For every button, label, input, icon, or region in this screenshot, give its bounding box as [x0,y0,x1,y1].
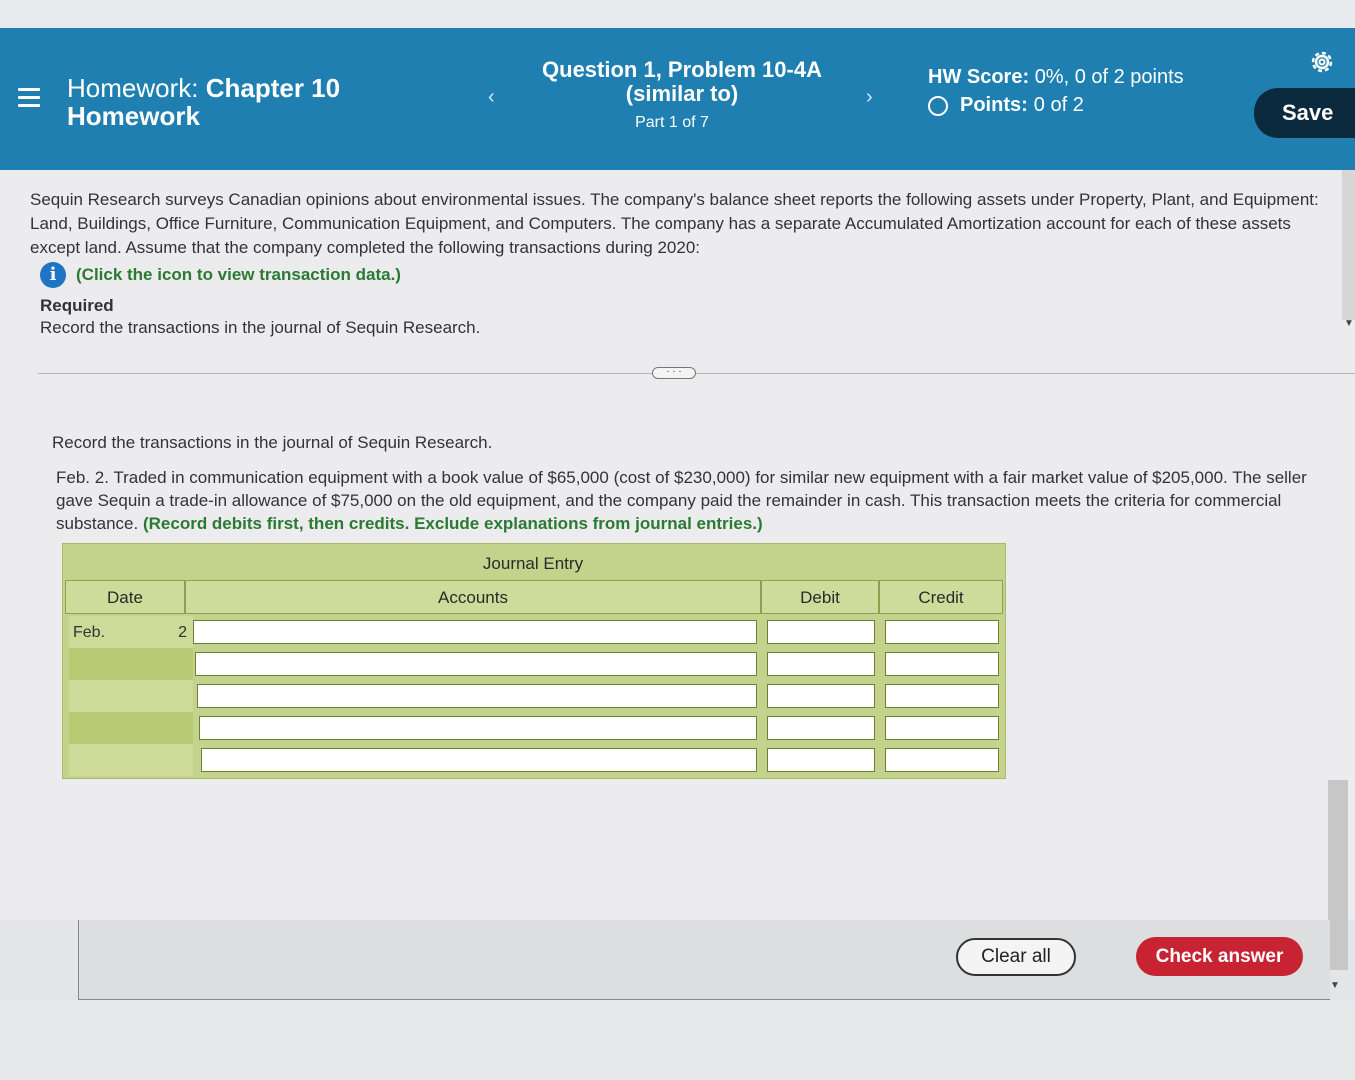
problem-instruction: (Record debits first, then credits. Excl… [142,514,763,533]
credit-input-3[interactable] [885,684,999,708]
chevron-left-icon[interactable]: ‹ [488,86,495,109]
homework-prefix: Homework: [67,73,199,103]
account-input-5[interactable] [201,748,757,772]
top-header: Homework: Chapter 10 Homework ‹ Question… [0,28,1355,170]
question-line1: Question 1, Problem 10-4A [542,57,822,82]
date-cell [69,744,193,776]
points-label: Points: [960,94,1028,116]
transaction-data-link-text[interactable]: (Click the icon to view transaction data… [76,265,401,285]
account-input-4[interactable] [199,716,757,740]
hw-score-label: HW Score: [928,66,1030,88]
date-day: 2 [178,624,187,641]
journal-entry-table: Journal Entry Date Accounts Debit Credit… [62,543,1006,779]
credit-input-4[interactable] [885,716,999,740]
circle-icon [928,95,948,116]
account-input-1[interactable] [193,620,757,644]
debit-input-3[interactable] [767,684,875,708]
gear-icon[interactable] [1308,48,1336,76]
date-header: Date [65,580,185,614]
debit-input-1[interactable] [767,620,875,644]
question-title: Question 1, Problem 10-4A (similar to) [522,58,842,106]
check-answer-button[interactable]: Check answer [1136,937,1303,976]
scroll-down-arrow-icon[interactable]: ▼ [1330,980,1340,991]
question-part: Part 1 of 7 [635,114,709,131]
date-cell: Feb. 2 [69,616,193,648]
browser-top-strip [0,0,1355,28]
homework-title: Homework: Chapter 10 Homework [67,74,340,130]
question-intro: Sequin Research surveys Canadian opinion… [30,190,1319,257]
credit-header: Credit [879,580,1003,614]
account-input-3[interactable] [197,684,757,708]
menu-icon[interactable] [18,88,40,108]
credit-input-5[interactable] [885,748,999,772]
debit-input-4[interactable] [767,716,875,740]
required-text: Record the transactions in the journal o… [40,318,481,337]
question-content: Sequin Research surveys Canadian opinion… [0,170,1355,920]
homework-line2: Homework [67,101,200,131]
info-icon[interactable]: i [40,262,66,288]
debit-header: Debit [761,580,879,614]
page-bottom [0,1000,1355,1080]
required-heading: Required [40,296,114,315]
date-cell [69,680,193,712]
clear-all-button[interactable]: Clear all [956,938,1076,976]
lower-scrollbar[interactable] [1328,780,1348,970]
date-column: Feb. 2 [69,616,193,776]
debit-input-5[interactable] [767,748,875,772]
date-cell [69,648,193,680]
credit-input-1[interactable] [885,620,999,644]
part-heading: Record the transactions in the journal o… [52,433,493,452]
accounts-header: Accounts [185,580,761,614]
hw-score-value: 0%, 0 of 2 points [1034,66,1184,88]
credit-input-2[interactable] [885,652,999,676]
chevron-right-icon[interactable]: › [866,86,873,109]
upper-scrollbar[interactable] [1342,170,1355,320]
points: Points: 0 of 2 [928,94,1084,117]
date-cell [69,712,193,744]
save-button[interactable]: Save [1254,88,1355,138]
hw-score: HW Score: 0%, 0 of 2 points [928,66,1184,89]
homework-chapter: Chapter 10 [205,73,341,103]
divider [38,373,1355,374]
problem-text: Feb. 2. Traded in communication equipmen… [56,466,1346,535]
transaction-data-link[interactable]: i (Click the icon to view transaction da… [40,262,401,288]
scroll-down-arrow-icon[interactable]: ▼ [1344,318,1354,329]
debit-input-2[interactable] [767,652,875,676]
points-value: 0 of 2 [1033,94,1084,116]
date-month: Feb. [73,624,106,641]
expand-more-button[interactable]: · · · [652,367,696,379]
question-line2: (similar to) [625,81,739,106]
journal-title: Journal Entry [482,554,584,573]
account-input-2[interactable] [195,652,757,676]
